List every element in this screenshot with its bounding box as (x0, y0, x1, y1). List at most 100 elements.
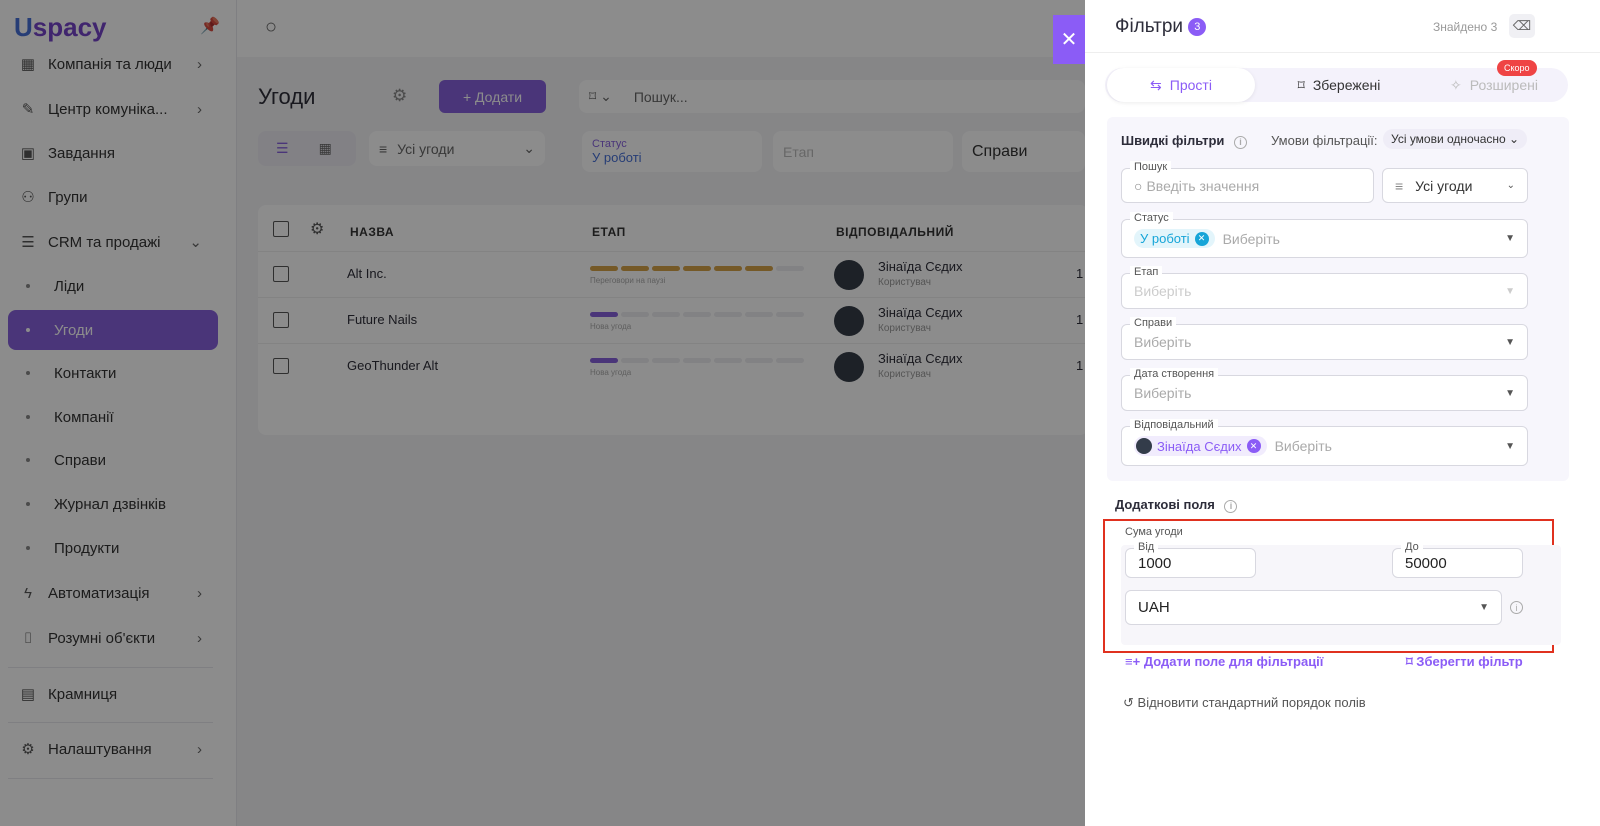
stage-label: Нова угода (590, 368, 632, 377)
owner-name[interactable]: Зінаїда Сєдих (878, 351, 963, 366)
deal-date: 1 (1076, 266, 1084, 281)
search-field[interactable]: Пошук ○ Введіть значення (1121, 161, 1374, 203)
row-checkbox[interactable] (273, 358, 289, 374)
sidebar-item-company[interactable]: ▦ Компанія та люди › (18, 46, 218, 82)
deal-name[interactable]: GeoThunder Alt (347, 358, 438, 373)
avatar (834, 306, 864, 336)
stage-progress-segment (590, 312, 618, 317)
stage-progress-segment (590, 358, 618, 363)
sidebar-item-leads[interactable]: Ліди (8, 268, 218, 304)
owner-name[interactable]: Зінаїда Сєдих (878, 259, 963, 274)
close-button[interactable]: ✕ (1053, 15, 1085, 64)
sidebar-item-groups[interactable]: ⚇ Групи (18, 179, 218, 215)
stage-progress-segment (776, 358, 804, 363)
stage-progress-segment (745, 312, 773, 317)
deal-name[interactable]: Alt Inc. (347, 266, 387, 281)
scope-select[interactable]: ≡ Усі угоди ⌄ (1382, 168, 1528, 203)
sidebar-item-products[interactable]: Продукти (8, 530, 218, 566)
table-row[interactable]: GeoThunder Alt Нова угода Зінаїда Сєдих … (258, 343, 1085, 389)
column-header: НАЗВА (350, 225, 395, 239)
stage-label: Нова угода (590, 322, 632, 331)
undo-icon: ↺ (1123, 695, 1134, 710)
row-checkbox[interactable] (273, 312, 289, 328)
sidebar-item-call-log[interactable]: Журнал дзвінків (8, 486, 218, 522)
top-bar: ○ (237, 0, 1085, 57)
stage-progress-segment (714, 266, 742, 271)
deals-table: ⚙ НАЗВА ЕТАП ВІДПОВІДАЛЬНИЙ Alt Inc. Пер… (258, 205, 1085, 435)
stage-progress-segment (652, 358, 680, 363)
tab-simple[interactable]: ⇆ Прості (1107, 68, 1255, 102)
status-select[interactable]: Статус У роботі ✕ Виберіть ▼ (1121, 212, 1528, 258)
stage-progress-segment (714, 358, 742, 363)
conditions-select[interactable]: Усі умови одночасно ⌄ (1383, 129, 1528, 149)
view-filter-select[interactable]: ≡ Усі угоди ⌄ (369, 131, 545, 166)
deal-name[interactable]: Future Nails (347, 312, 417, 327)
avatar (834, 260, 864, 290)
page-title: Угоди (258, 84, 316, 109)
search-input[interactable]: ⌑ ⌄ Пошук... (579, 80, 1085, 113)
owner-select[interactable]: Відповідальний Зінаїда Сєдих ✕ Виберіть ▼ (1121, 419, 1528, 466)
amount-to-input[interactable]: До 50000 (1392, 541, 1523, 578)
bookmark-icon: ⌑ (1406, 654, 1413, 669)
sidebar-item-communication[interactable]: ✎ Центр комуніка... › (18, 91, 218, 127)
sidebar-item-deals[interactable]: Угоди (8, 310, 218, 350)
sidebar-item-automation[interactable]: ϟ Автоматизація › (18, 575, 218, 611)
row-checkbox[interactable] (273, 266, 289, 282)
sidebar-item-settings[interactable]: ⚙ Налаштування › (18, 731, 218, 767)
store-icon: ▤ (20, 686, 36, 703)
gear-icon[interactable]: ⚙ (310, 219, 324, 239)
stage-progress-segment (776, 266, 804, 271)
stage-progress-segment (714, 312, 742, 317)
cases-select[interactable]: Справи Виберіть ▼ (1121, 317, 1528, 360)
table-row[interactable]: Alt Inc. Переговори на паузі Зінаїда Сєд… (258, 251, 1085, 297)
stage-progress-segment (590, 266, 618, 271)
sidebar-item-contacts[interactable]: Контакти (8, 355, 218, 391)
grid-view-icon[interactable]: ▦ (319, 140, 332, 157)
sidebar-item-companies[interactable]: Компанії (8, 399, 218, 435)
remove-chip-icon[interactable]: ✕ (1194, 231, 1209, 246)
info-icon: i (1510, 601, 1523, 614)
list-view-icon[interactable]: ☰ (276, 140, 289, 157)
stage-progress-segment (621, 358, 649, 363)
select-all-checkbox[interactable] (273, 221, 289, 237)
stage-progress-segment (621, 312, 649, 317)
stage-filter[interactable]: Етап (773, 131, 953, 172)
currency-select[interactable]: UAH ▼ (1125, 590, 1502, 625)
reset-order-link[interactable]: ↺ Відновити стандартний порядок полів (1123, 695, 1366, 711)
gear-icon[interactable]: ⚙ (392, 86, 407, 106)
table-row[interactable]: Future Nails Нова угода Зінаїда Сєдих Ко… (258, 297, 1085, 343)
search-icon[interactable]: ○ (265, 16, 277, 39)
amount-from-input[interactable]: Від 1000 (1125, 541, 1256, 578)
bookmark-icon[interactable]: ⌑ ⌄ (589, 88, 612, 105)
logo[interactable]: Uspacy (14, 12, 107, 43)
pin-icon[interactable]: 📌 (200, 16, 220, 36)
sidebar-item-cases[interactable]: Справи (8, 442, 218, 478)
stage-progress (590, 266, 807, 271)
bookmark-icon: ⌑ (1297, 76, 1305, 93)
tab-saved[interactable]: ⌑ Збережені (1265, 68, 1413, 102)
sidebar-item-smart-objects[interactable]: ⌷ Розумні об'єкти › (18, 620, 218, 656)
avatar (834, 352, 864, 382)
calendar-icon: ▣ (20, 145, 36, 162)
eraser-icon[interactable]: ⌫ (1509, 14, 1535, 38)
status-filter[interactable]: Статус У роботі (582, 131, 762, 172)
owner-chip: Зінаїда Сєдих ✕ (1134, 436, 1267, 456)
sidebar-item-tasks[interactable]: ▣ Завдання (18, 135, 218, 171)
filter-count-badge: 3 (1188, 17, 1207, 36)
remove-chip-icon[interactable]: ✕ (1246, 439, 1261, 453)
cases-filter[interactable]: Справи (962, 131, 1085, 172)
view-toggle[interactable]: ☰ ▦ (258, 131, 356, 166)
sidebar-item-store[interactable]: ▤ Крамниця (18, 676, 218, 712)
add-button[interactable]: + Додати (439, 80, 546, 113)
owner-role: Користувач (878, 277, 931, 288)
owner-name[interactable]: Зінаїда Сєдих (878, 305, 963, 320)
sidebar-item-crm[interactable]: ☰ CRM та продажі ⌄ (18, 224, 218, 260)
dimmed-background-page[interactable]: Uspacy 📌 ▦ Компанія та люди › ✎ Центр комун… (0, 0, 1085, 826)
add-filter-field-link[interactable]: ≡+ Додати поле для фільтрації (1125, 654, 1323, 669)
save-filter-link[interactable]: ⌑ Зберегти фільтр (1406, 654, 1523, 670)
stage-select[interactable]: Етап Виберіть ▼ (1121, 266, 1528, 309)
stage-progress-segment (652, 266, 680, 271)
info-icon: i (1234, 135, 1248, 149)
chat-icon: ✎ (21, 101, 35, 118)
created-date-select[interactable]: Дата створення Виберіть ▼ (1121, 368, 1528, 411)
